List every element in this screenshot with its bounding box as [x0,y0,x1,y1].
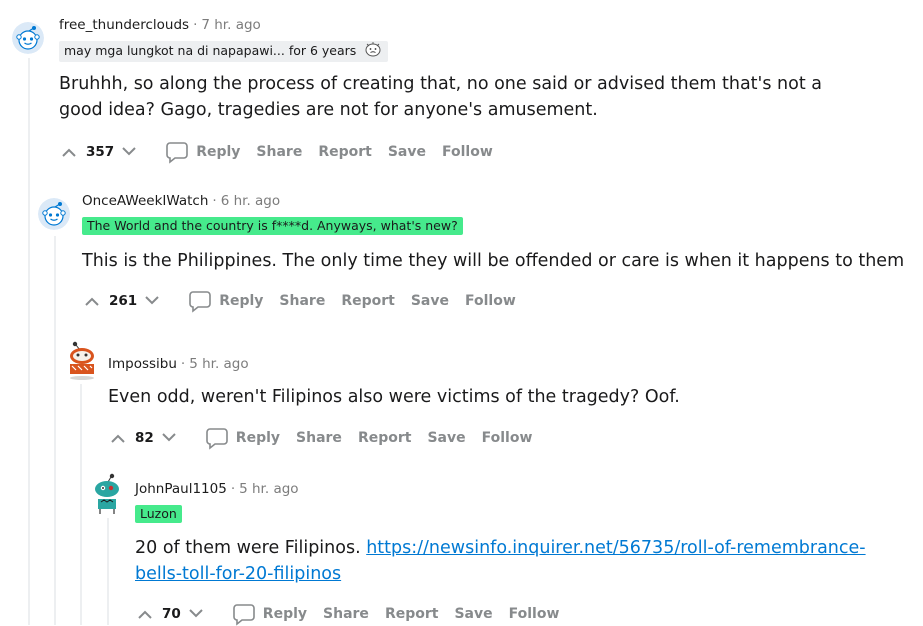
vote-score: 70 [162,606,181,622]
snoo-avatar-icon [38,198,70,230]
thread-line-level-4[interactable] [107,518,109,625]
separator: · [193,17,198,33]
report-button[interactable]: Report [358,430,412,446]
follow-button[interactable]: Follow [442,144,493,160]
comment-meta: JohnPaul1105 · 5 hr. ago [135,480,299,498]
thread-line-level-1[interactable] [28,58,30,625]
downvote-icon[interactable] [142,291,162,311]
downvote-icon[interactable] [119,142,139,162]
upvote-icon[interactable] [59,142,79,162]
follow-button[interactable]: Follow [482,430,533,446]
reply-button[interactable]: Reply [205,426,280,450]
upvote-icon[interactable] [108,428,128,448]
timestamp[interactable]: 5 hr. ago [189,356,248,372]
comment-meta: Impossibu · 5 hr. ago [108,355,249,373]
share-button[interactable]: Share [323,606,369,622]
article-link[interactable]: https://newsinfo.inquirer.net/56735/roll… [366,538,865,558]
avatar[interactable] [90,472,124,516]
comment-body: Even odd, weren't Filipinos also were vi… [108,387,680,407]
user-flair: The World and the country is f****d. Any… [82,217,463,235]
thread-line-level-2[interactable] [54,236,56,625]
avatar[interactable] [38,198,70,230]
user-flair: may mga lungkot na di napapawi... for 6 … [59,41,389,62]
downvote-icon[interactable] [186,604,206,624]
user-flair: Luzon [135,505,182,523]
username[interactable]: JohnPaul1105 [135,481,227,497]
follow-button[interactable]: Follow [509,606,560,622]
username[interactable]: free_thunderclouds [59,17,189,33]
reply-label: Reply [262,606,308,622]
comment-actions: 261 Reply Share Report Save Follow [82,289,516,313]
reply-button[interactable]: Reply [165,140,240,164]
report-button[interactable]: Report [385,606,439,622]
reply-button[interactable]: Reply [232,602,307,626]
comment-body: Bruhhh, so along the process of creating… [59,74,822,120]
separator: · [230,481,236,497]
save-button[interactable]: Save [454,606,492,622]
downvote-icon[interactable] [159,428,179,448]
save-button[interactable]: Save [411,293,449,309]
comment-meta: free_thunderclouds · 7 hr. ago [59,16,261,34]
username[interactable]: Impossibu [108,356,177,372]
reply-label: Reply [196,144,241,160]
comment-actions: 82 Reply Share Report Save Follow [108,426,532,450]
reply-label: Reply [235,430,281,446]
separator: · [180,356,186,372]
comment-body: This is the Philippines. The only time t… [82,251,905,271]
vote-score: 261 [109,293,138,309]
article-link-continued[interactable]: bells-toll-for-20-filipinos [135,564,341,584]
follow-button[interactable]: Follow [465,293,516,309]
report-button[interactable]: Report [341,293,395,309]
report-button[interactable]: Report [318,144,372,160]
username[interactable]: OnceAWeekIWatch [82,193,208,209]
snoo-avatar-icon [12,22,44,54]
upvote-icon[interactable] [82,291,102,311]
snoo-avatar-icon [70,341,94,380]
share-button[interactable]: Share [279,293,325,309]
comment-body: 20 of them were Filipinos. https://newsi… [135,535,895,587]
chat-bubble-icon [189,291,211,313]
upvote-icon[interactable] [135,604,155,624]
face-emoji-icon [363,41,383,62]
save-button[interactable]: Save [388,144,426,160]
avatar[interactable] [64,340,100,380]
reply-label: Reply [219,293,264,309]
comment-actions: 70 Reply Share Report Save Follow [135,602,559,626]
timestamp[interactable]: 7 hr. ago [201,17,260,33]
thread-line-level-3[interactable] [80,384,82,625]
reply-button[interactable]: Reply [188,289,263,313]
chat-bubble-icon [166,142,188,164]
snoo-avatar-icon [95,473,119,514]
chat-bubble-icon [232,604,255,626]
avatar[interactable] [12,22,44,54]
comment-meta: OnceAWeekIWatch · 6 hr. ago [82,192,280,210]
save-button[interactable]: Save [427,430,465,446]
share-button[interactable]: Share [256,144,302,160]
flair-text: may mga lungkot na di napapawi... for 6 … [64,43,357,58]
vote-score: 82 [135,430,154,446]
separator: · [212,193,217,209]
chat-bubble-icon [205,428,228,450]
vote-score: 357 [86,144,115,160]
timestamp[interactable]: 5 hr. ago [239,481,298,497]
timestamp[interactable]: 6 hr. ago [221,193,280,209]
body-text: 20 of them were Filipinos. [135,538,367,558]
comment-actions: 357 Reply Share Report Save Follow [59,140,493,164]
share-button[interactable]: Share [296,430,342,446]
